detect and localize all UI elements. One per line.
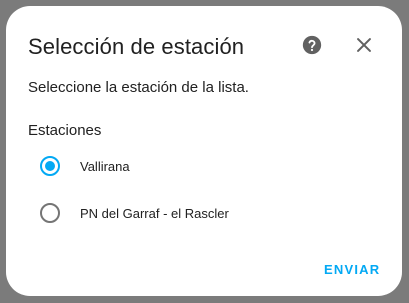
station-selection-dialog: Selección de estación Seleccione la esta… — [6, 6, 402, 296]
station-option-label: PN del Garraf - el Rascler — [80, 205, 229, 221]
radio-button-unchecked[interactable] — [40, 203, 60, 223]
dialog-description: Seleccione la estación de la lista. — [28, 79, 249, 96]
dialog-title: Selección de estación — [28, 34, 245, 59]
submit-button[interactable]: ENVIAR — [324, 262, 380, 277]
stations-group-label: Estaciones — [28, 122, 102, 139]
station-option-garraf[interactable]: PN del Garraf - el Rascler — [40, 201, 229, 225]
help-circle-icon — [302, 35, 322, 55]
help-button[interactable] — [301, 34, 323, 56]
radio-button-checked[interactable] — [40, 156, 60, 176]
station-option-vallirana[interactable]: Vallirana — [40, 154, 130, 178]
close-icon — [357, 38, 371, 52]
station-option-label: Vallirana — [80, 158, 130, 174]
close-button[interactable] — [353, 34, 375, 56]
